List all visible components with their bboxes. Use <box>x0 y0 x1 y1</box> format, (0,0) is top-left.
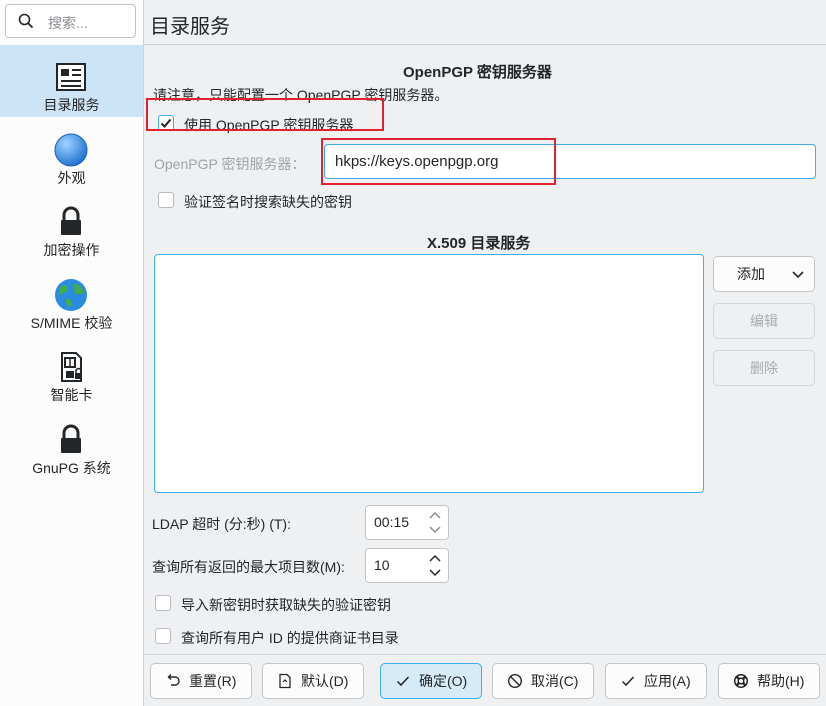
query-all-checkbox[interactable] <box>155 628 171 644</box>
help-label: 帮助(H) <box>757 673 805 689</box>
cancel-icon <box>507 673 523 689</box>
cancel-label: 取消(C) <box>531 673 579 689</box>
ldap-timeout-label: LDAP 超时 (分:秒) (T): <box>152 516 291 532</box>
page-title: 目录服务 <box>150 16 230 38</box>
divider <box>144 654 826 655</box>
globe-appearance-icon <box>54 133 88 167</box>
earth-icon <box>55 279 87 311</box>
chevron-down-icon[interactable] <box>429 526 441 534</box>
import-missing-label[interactable]: 导入新密钥时获取缺失的验证密钥 <box>181 595 391 615</box>
lock-icon <box>61 206 81 235</box>
reset-label: 重置(R) <box>189 673 237 689</box>
defaults-button[interactable]: 默认(D) <box>262 663 364 699</box>
delete-button[interactable]: 删除 <box>713 350 815 386</box>
directory-services-icon <box>56 63 86 91</box>
sidebar-item-crypto-operations[interactable]: 加密操作 <box>0 190 143 262</box>
keyserver-label: OpenPGP 密钥服务器： <box>154 156 306 172</box>
chevron-up-icon[interactable] <box>429 554 441 562</box>
chevron-up-icon[interactable] <box>429 511 441 519</box>
sidebar-item-label: 加密操作 <box>43 242 100 258</box>
chevron-down-icon <box>792 271 804 279</box>
max-items-label: 查询所有返回的最大项目数(M): <box>152 559 345 575</box>
openpgp-section-heading: OpenPGP 密钥服务器 <box>403 64 552 81</box>
sidebar-item-label: 目录服务 <box>43 97 100 113</box>
smartcard-icon <box>61 352 82 382</box>
max-items-spinbox[interactable]: 10 <box>365 548 449 583</box>
delete-button-label: 删除 <box>750 360 778 376</box>
chevron-down-icon[interactable] <box>429 569 441 577</box>
sidebar-item-smime-validation[interactable]: S/MIME 校验 <box>0 263 143 335</box>
apply-label: 应用(A) <box>644 673 691 689</box>
sidebar-item-appearance[interactable]: 外观 <box>0 118 143 190</box>
sidebar-item-label: 智能卡 <box>50 387 93 403</box>
document-revert-icon <box>279 673 291 689</box>
undo-icon <box>167 674 180 686</box>
import-missing-checkbox[interactable] <box>155 595 171 611</box>
search-input[interactable]: 搜索... <box>5 4 136 38</box>
x509-services-list[interactable] <box>154 254 704 493</box>
verify-search-label[interactable]: 验证签名时搜索缺失的密钥 <box>184 192 352 212</box>
max-items-value: 10 <box>374 557 390 573</box>
highlight-box <box>321 138 556 185</box>
defaults-label: 默认(D) <box>301 673 349 689</box>
ldap-timeout-value: 00:15 <box>374 514 410 530</box>
sidebar-item-smartcard[interactable]: 智能卡 <box>0 335 143 407</box>
apply-button[interactable]: 应用(A) <box>605 663 707 699</box>
ok-button[interactable]: 确定(O) <box>380 663 482 699</box>
sidebar-item-label: GnuPG 系统 <box>32 460 111 476</box>
x509-section-heading: X.509 目录服务 <box>427 235 531 252</box>
sidebar-item-label: S/MIME 校验 <box>30 315 113 331</box>
edit-button[interactable]: 编辑 <box>713 303 815 339</box>
edit-button-label: 编辑 <box>750 313 778 329</box>
verify-search-checkbox[interactable] <box>158 192 174 208</box>
divider <box>144 44 826 45</box>
query-all-label[interactable]: 查询所有用户 ID 的提供商证书目录 <box>181 628 399 648</box>
reset-button[interactable]: 重置(R) <box>150 663 252 699</box>
sidebar-item-label: 外观 <box>57 170 86 186</box>
cancel-button[interactable]: 取消(C) <box>492 663 594 699</box>
search-icon <box>18 13 34 29</box>
ok-label: 确定(O) <box>419 673 468 689</box>
sidebar: 搜索... 目录服务 外观 加密操作 S/MIME 校验 智能卡 GnuPG 系… <box>0 0 144 706</box>
lock-icon <box>61 424 81 453</box>
lifebuoy-help-icon <box>733 673 749 689</box>
check-icon <box>396 676 410 687</box>
add-button-label: 添加 <box>737 266 765 282</box>
search-placeholder: 搜索... <box>48 15 88 31</box>
help-button[interactable]: 帮助(H) <box>718 663 820 699</box>
sidebar-item-gnupg-system[interactable]: GnuPG 系统 <box>0 408 143 480</box>
sidebar-item-directory-services[interactable]: 目录服务 <box>0 45 143 117</box>
check-icon <box>621 676 635 687</box>
ldap-timeout-spinbox[interactable]: 00:15 <box>365 505 449 540</box>
add-button[interactable]: 添加 <box>713 256 815 292</box>
highlight-box <box>146 98 384 131</box>
